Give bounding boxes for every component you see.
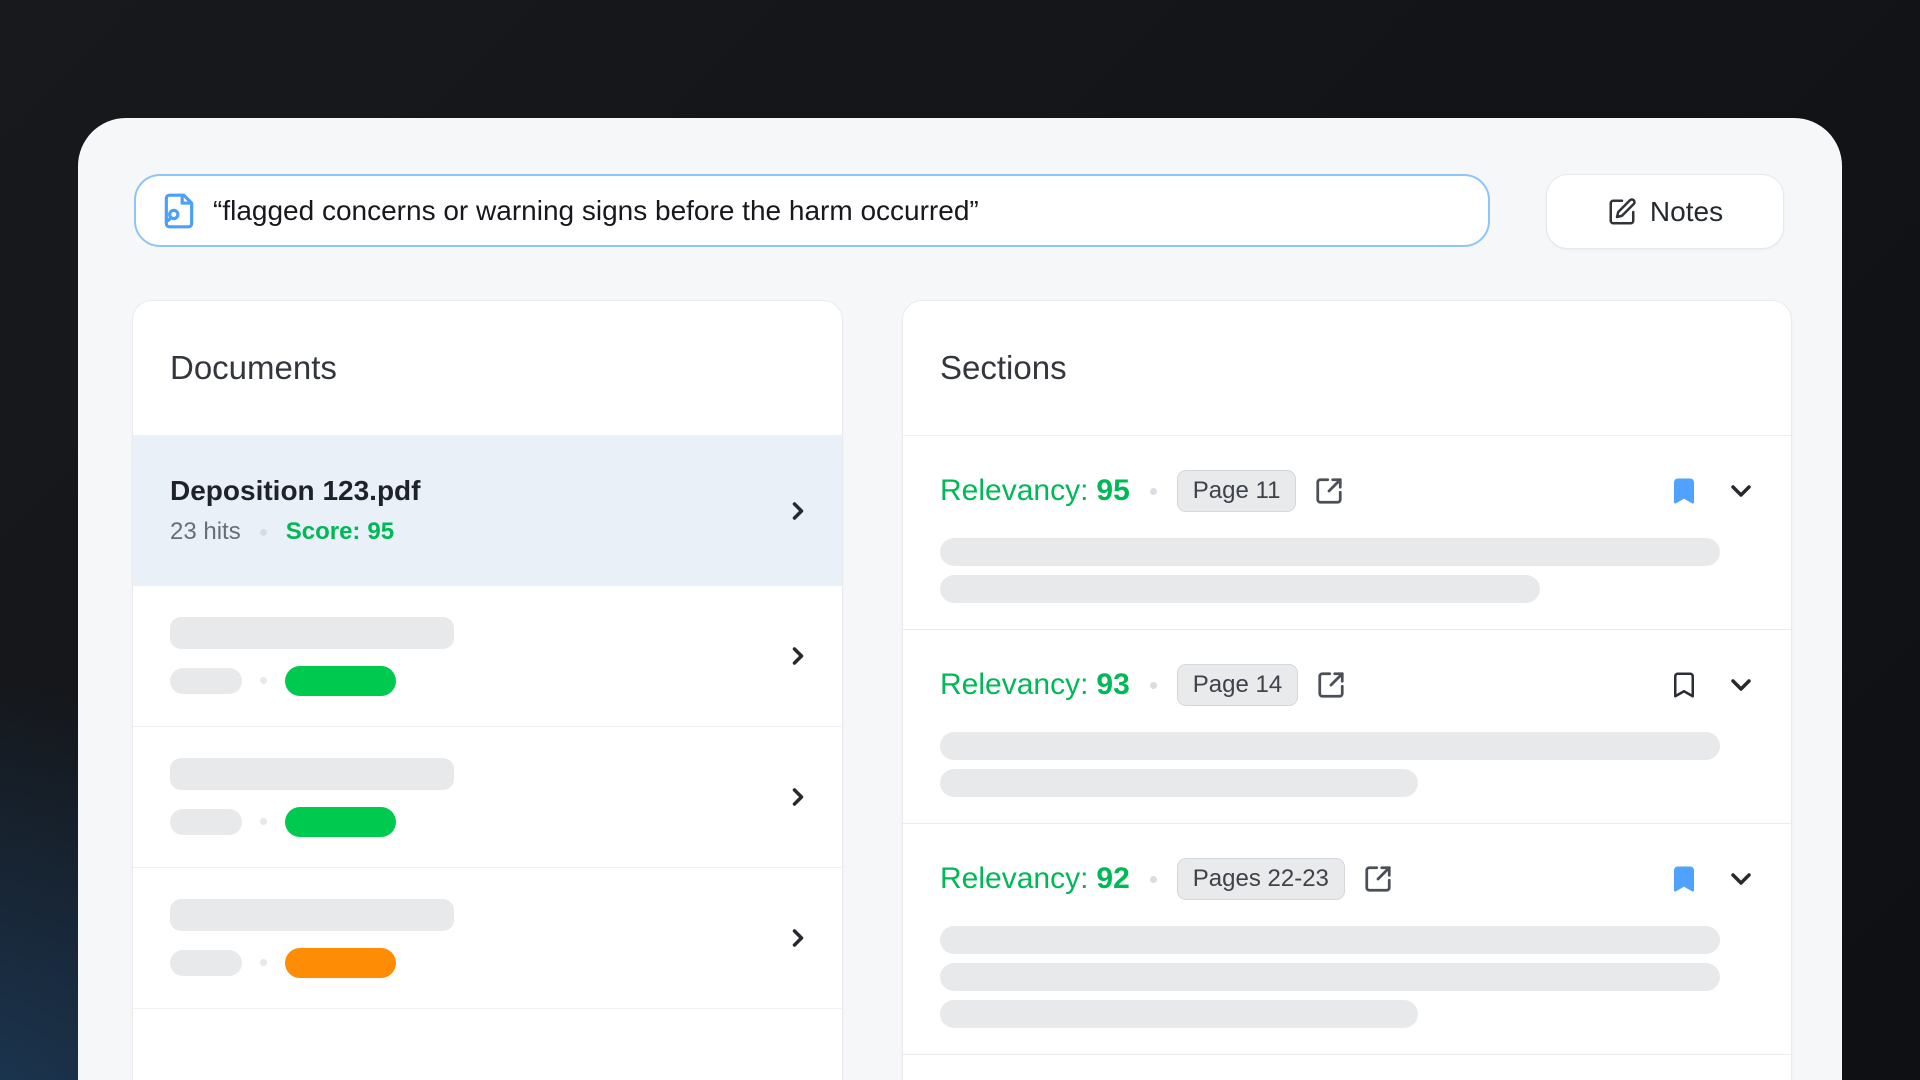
document-row-loading[interactable] — [133, 727, 842, 868]
dot-separator — [260, 677, 267, 684]
chevron-down-icon[interactable] — [1725, 475, 1757, 507]
document-row-loading[interactable] — [133, 586, 842, 727]
document-skeleton — [170, 616, 454, 696]
section-skeleton-lines — [940, 926, 1757, 1028]
content-panels: Documents Deposition 123.pdf 23 hits Sco… — [132, 300, 1792, 1080]
documents-panel: Documents Deposition 123.pdf 23 hits Sco… — [132, 300, 843, 1080]
section-row-empty — [903, 1055, 1791, 1080]
skeleton-title-bar — [170, 616, 454, 649]
skeleton-line — [940, 769, 1418, 797]
document-title: Deposition 123.pdf — [170, 475, 421, 506]
document-row-loading[interactable] — [133, 868, 842, 1009]
skeleton-line — [940, 575, 1541, 603]
document-meta: 23 hits Score: 95 — [170, 518, 420, 546]
section-header: Relevancy: 95 Page 11 — [940, 470, 1757, 512]
relevancy-score: Relevancy: 93 — [940, 668, 1130, 702]
section-actions — [1669, 863, 1757, 895]
document-hits: 23 hits — [170, 518, 241, 545]
search-box[interactable] — [134, 174, 1490, 247]
square-pen-icon — [1609, 197, 1636, 224]
top-bar: Notes — [134, 174, 1784, 249]
section-skeleton-lines — [940, 538, 1757, 603]
skeleton-line — [940, 538, 1721, 566]
document-row-empty — [133, 1009, 842, 1080]
chevron-right-icon[interactable] — [784, 642, 812, 670]
document-skeleton — [170, 757, 454, 837]
relevancy-value: 92 — [1096, 862, 1130, 895]
section-row: Relevancy: 93 Page 14 — [903, 630, 1791, 824]
chevron-down-icon[interactable] — [1725, 669, 1757, 701]
sections-panel-title: Sections — [903, 301, 1791, 436]
notes-button-label: Notes — [1649, 195, 1724, 227]
app-background: Notes Documents Deposition 123.pdf 23 hi… — [0, 0, 1920, 1080]
section-row: Relevancy: 92 Pages 22-23 — [903, 824, 1791, 1055]
skeleton-line — [940, 1000, 1418, 1028]
skeleton-meta — [170, 806, 454, 837]
documents-panel-title: Documents — [133, 301, 842, 436]
chevron-right-icon[interactable] — [784, 497, 812, 525]
document-score: Score: 95 — [286, 518, 394, 546]
skeleton-line — [940, 732, 1721, 760]
section-actions — [1669, 669, 1757, 701]
skeleton-title-bar — [170, 757, 454, 790]
relevancy-value: 95 — [1096, 474, 1130, 507]
chevron-right-icon[interactable] — [784, 924, 812, 952]
bookmark-icon-outline[interactable] — [1669, 670, 1699, 700]
score-label: Score: — [285, 518, 361, 545]
dot-separator — [260, 818, 267, 825]
score-pill-green — [285, 665, 396, 696]
skeleton-meta — [170, 665, 454, 696]
score-pill-orange — [285, 947, 396, 978]
section-actions — [1669, 475, 1757, 507]
chevron-right-icon[interactable] — [784, 783, 812, 811]
external-link-icon[interactable] — [1363, 864, 1393, 894]
section-skeleton-lines — [940, 732, 1757, 797]
skeleton-meta — [170, 947, 454, 978]
dot-separator — [1149, 681, 1157, 689]
search-input[interactable] — [213, 194, 1464, 227]
dot-separator — [1149, 875, 1157, 883]
notes-button[interactable]: Notes — [1546, 174, 1784, 249]
skeleton-hits-pill — [170, 808, 242, 835]
relevancy-label: Relevancy: — [940, 862, 1089, 895]
section-header: Relevancy: 93 Page 14 — [940, 664, 1757, 706]
bookmark-icon-filled[interactable] — [1669, 864, 1699, 894]
bookmark-icon-filled[interactable] — [1669, 476, 1699, 506]
skeleton-line — [940, 926, 1721, 954]
page-badge[interactable]: Pages 22-23 — [1176, 858, 1345, 900]
relevancy-score: Relevancy: 95 — [940, 474, 1130, 508]
external-link-icon[interactable] — [1316, 670, 1346, 700]
chevron-down-icon[interactable] — [1725, 863, 1757, 895]
skeleton-hits-pill — [170, 949, 242, 976]
section-header: Relevancy: 92 Pages 22-23 — [940, 858, 1757, 900]
page-badge[interactable]: Page 14 — [1176, 664, 1299, 706]
dot-separator — [260, 959, 267, 966]
skeleton-title-bar — [170, 898, 454, 931]
dot-separator — [1149, 487, 1157, 495]
dot-separator — [259, 528, 267, 536]
page-badge[interactable]: Page 11 — [1176, 470, 1297, 512]
score-value: 95 — [367, 518, 395, 545]
section-row: Relevancy: 95 Page 11 — [903, 436, 1791, 630]
relevancy-value: 93 — [1096, 668, 1130, 701]
external-link-icon[interactable] — [1314, 476, 1344, 506]
document-row-deposition[interactable]: Deposition 123.pdf 23 hits Score: 95 — [133, 436, 842, 586]
relevancy-label: Relevancy: — [940, 474, 1089, 507]
score-pill-green — [285, 806, 396, 837]
skeleton-line — [940, 963, 1721, 991]
document-info: Deposition 123.pdf 23 hits Score: 95 — [170, 475, 420, 546]
sections-panel: Sections Relevancy: 95 Page 11 Relevancy… — [902, 300, 1792, 1080]
skeleton-hits-pill — [170, 667, 242, 694]
document-skeleton — [170, 898, 454, 978]
relevancy-label: Relevancy: — [940, 668, 1089, 701]
relevancy-score: Relevancy: 92 — [940, 862, 1130, 896]
file-search-icon — [164, 193, 194, 228]
main-card: Notes Documents Deposition 123.pdf 23 hi… — [78, 118, 1842, 1080]
